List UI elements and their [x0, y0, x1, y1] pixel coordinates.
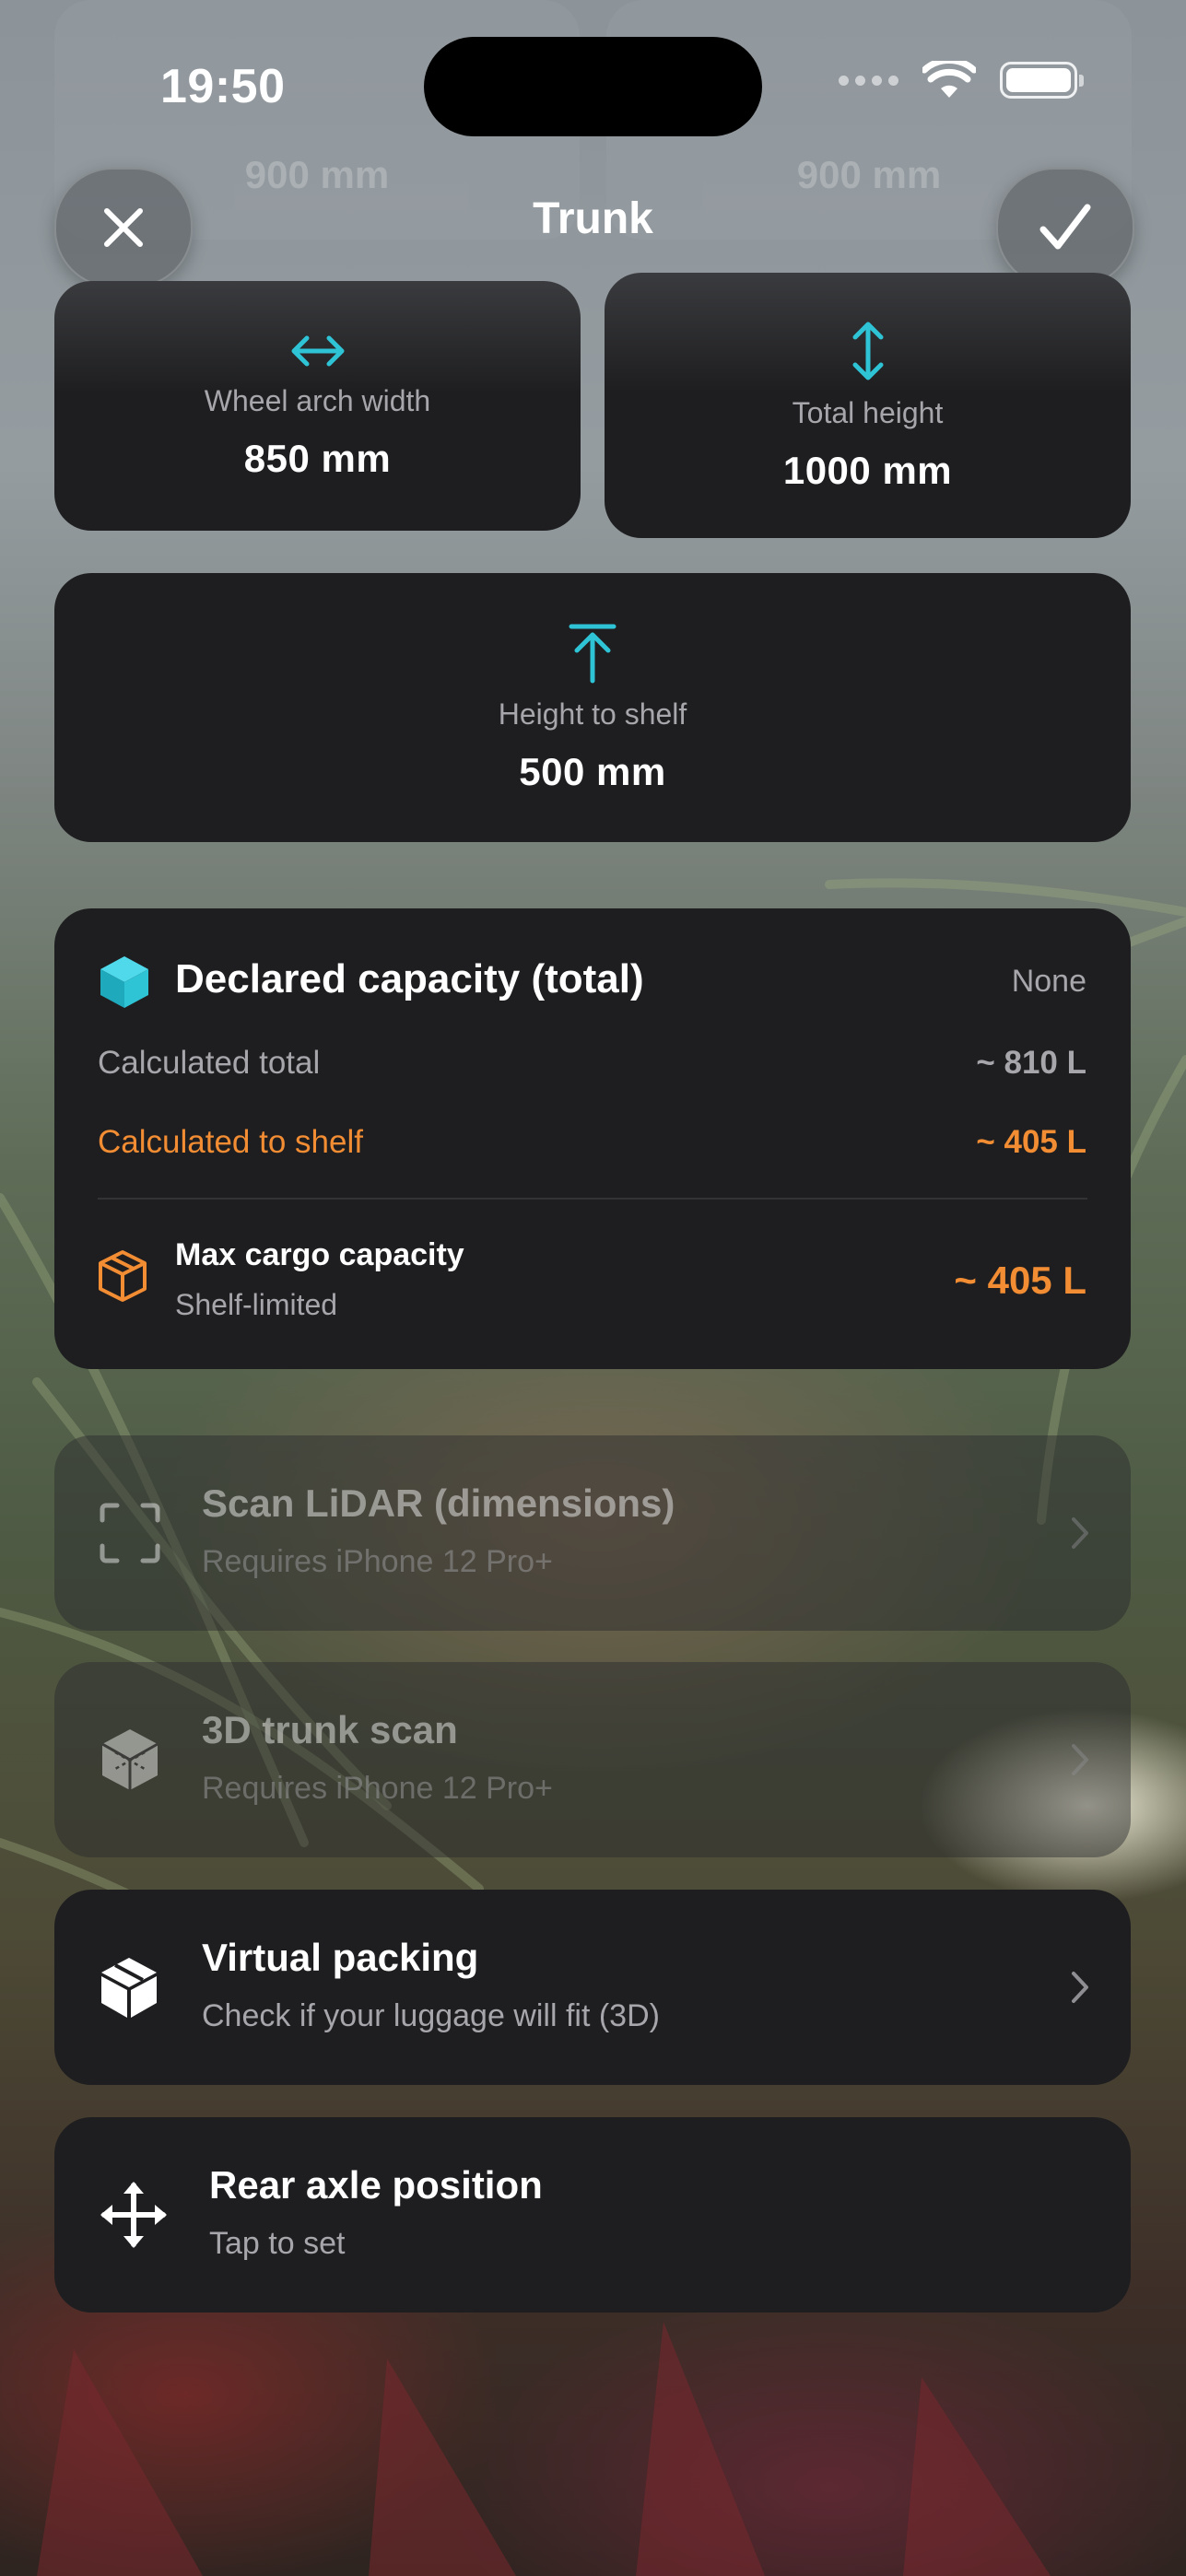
declared-capacity-value[interactable]: None: [1012, 964, 1086, 1000]
box-icon: [101, 1958, 157, 2018]
status-bar: 19:50: [0, 0, 1186, 175]
total-height-label: Total height: [792, 395, 944, 429]
rear-axle-title: Rear axle position: [209, 2163, 543, 2207]
height-to-shelf-card[interactable]: Height to shelf 500 mm: [54, 573, 1131, 842]
trunk-3d-scan-subtitle: Requires iPhone 12 Pro+: [202, 1771, 553, 1806]
virtual-packing-title: Virtual packing: [202, 1936, 479, 1979]
calculated-shelf-value: ~ 405 L: [976, 1124, 1086, 1160]
arrow-up-down-icon: [852, 322, 883, 380]
divider: [98, 1198, 1087, 1200]
calculated-total-value: ~ 810 L: [976, 1045, 1086, 1081]
total-height-value: 1000 mm: [782, 448, 953, 492]
wifi-icon: [922, 61, 976, 98]
rear-axle-position-row[interactable]: Rear axle position Tap to set: [54, 2117, 1131, 2313]
trunk-3d-scan-title: 3D trunk scan: [202, 1708, 458, 1751]
trunk-3d-scan-row[interactable]: 3D trunk scan Requires iPhone 12 Pro+: [54, 1662, 1131, 1857]
viewfinder-icon: [100, 1503, 160, 1563]
wheel-arch-label: Wheel arch width: [204, 384, 431, 417]
scan-lidar-subtitle: Requires iPhone 12 Pro+: [202, 1544, 553, 1579]
declared-capacity-title: Declared capacity (total): [175, 956, 644, 1001]
capacity-card: Declared capacity (total) None Calculate…: [54, 908, 1131, 1369]
status-time: 19:50: [160, 60, 286, 113]
height-to-shelf-value: 500 mm: [519, 749, 666, 793]
move-arrows-icon: [100, 2182, 167, 2248]
max-cargo-subtitle: Shelf-limited: [175, 1288, 338, 1321]
battery-icon: [1000, 62, 1084, 99]
chevron-right-icon: [1072, 1517, 1088, 1549]
rear-axle-subtitle: Tap to set: [209, 2226, 346, 2261]
scan-lidar-title: Scan LiDAR (dimensions): [202, 1481, 675, 1525]
cube-scan-icon: [101, 1729, 159, 1790]
max-cargo-title: Max cargo capacity: [175, 1237, 464, 1272]
virtual-packing-row[interactable]: Virtual packing Check if your luggage wi…: [54, 1890, 1131, 2085]
cellular-signal-icon: [839, 75, 898, 86]
virtual-packing-subtitle: Check if your luggage will fit (3D): [202, 1998, 660, 2033]
scan-lidar-row[interactable]: Scan LiDAR (dimensions) Requires iPhone …: [54, 1435, 1131, 1631]
arrow-up-to-line-icon: [569, 624, 616, 683]
max-cargo-value: ~ 405 L: [954, 1259, 1086, 1302]
calculated-shelf-label: Calculated to shelf: [98, 1124, 363, 1160]
dynamic-island: [424, 37, 762, 136]
confirm-button[interactable]: [996, 168, 1134, 287]
calculated-total-label: Calculated total: [98, 1045, 321, 1081]
total-height-card[interactable]: Total height 1000 mm: [605, 273, 1131, 538]
status-icons: [839, 61, 1084, 100]
wheel-arch-value: 850 mm: [243, 437, 392, 480]
height-to-shelf-label: Height to shelf: [498, 697, 687, 731]
chevron-right-icon: [1072, 1744, 1088, 1775]
cube-filled-icon: [99, 954, 150, 1014]
chevron-right-icon: [1072, 1972, 1088, 2003]
checkmark-icon: [1039, 204, 1091, 250]
cargo-box-icon: [98, 1249, 147, 1307]
arrow-left-right-icon: [291, 335, 344, 367]
wheel-arch-width-card[interactable]: Wheel arch width 850 mm: [54, 281, 581, 531]
